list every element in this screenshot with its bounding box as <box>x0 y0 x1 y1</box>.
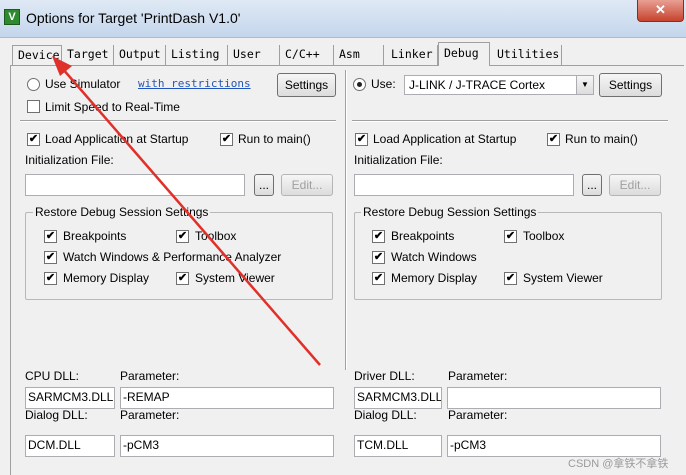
left-browse-button[interactable]: ... <box>254 174 274 196</box>
cpu-param-input[interactable]: -REMAP <box>120 387 334 409</box>
right-sysviewer-checkbox[interactable]: ✔ <box>504 272 517 285</box>
right-watch-checkbox[interactable]: ✔ <box>372 251 385 264</box>
use-driver-radio[interactable] <box>353 78 366 91</box>
right-sysviewer-label: System Viewer <box>523 271 603 285</box>
tab-listing[interactable]: Listing <box>166 45 228 65</box>
right-memory-label: Memory Display <box>391 271 478 285</box>
left-toolbox-checkbox[interactable]: ✔ <box>176 230 189 243</box>
left-memory-checkbox[interactable]: ✔ <box>44 272 57 285</box>
driver-param-input[interactable] <box>447 387 661 409</box>
tab-cc[interactable]: C/C++ <box>280 45 334 65</box>
driver-settings-button[interactable]: Settings <box>599 73 662 97</box>
close-button[interactable]: ✕ <box>637 0 684 22</box>
left-load-app-checkbox[interactable]: ✔ <box>27 133 40 146</box>
watermark: CSDN @拿铁不拿铁 <box>568 458 669 470</box>
tab-utilities[interactable]: Utilities <box>492 45 562 65</box>
tab-strip: Device Target Output Listing User C/C++ … <box>10 42 686 66</box>
left-init-file-label: Initialization File: <box>25 153 114 167</box>
tab-target[interactable]: Target <box>62 45 114 65</box>
app-icon: V <box>4 9 20 25</box>
left-sysviewer-label: System Viewer <box>195 271 275 285</box>
left-sysviewer-checkbox[interactable]: ✔ <box>176 272 189 285</box>
tab-device[interactable]: Device <box>12 45 62 65</box>
use-label: Use: <box>371 77 396 91</box>
left-run-to-main-label: Run to main() <box>238 132 311 146</box>
left-load-app-label: Load Application at Startup <box>45 132 189 146</box>
right-load-app-label: Load Application at Startup <box>373 132 517 146</box>
right-breakpoints-label: Breakpoints <box>391 229 455 243</box>
left-dialog-dll-input[interactable]: DCM.DLL <box>25 435 115 457</box>
left-run-to-main-checkbox[interactable]: ✔ <box>220 133 233 146</box>
close-icon: ✕ <box>655 2 666 17</box>
driver-param-label: Parameter: <box>448 369 508 383</box>
right-toolbox-label: Toolbox <box>523 229 565 243</box>
right-toolbox-checkbox[interactable]: ✔ <box>504 230 517 243</box>
cpu-param-label: Parameter: <box>120 369 180 383</box>
right-init-file-input[interactable] <box>354 174 574 196</box>
with-restrictions-link[interactable]: with restrictions <box>138 77 251 90</box>
right-dialog-param-label: Parameter: <box>448 408 508 422</box>
right-run-to-main-label: Run to main() <box>565 132 638 146</box>
right-dialog-dll-input[interactable]: TCM.DLL <box>354 435 442 457</box>
tab-debug[interactable]: Debug <box>438 42 490 66</box>
cpu-dll-input[interactable]: SARMCM3.DLL <box>25 387 115 409</box>
right-dialog-dll-label: Dialog DLL: <box>354 408 417 422</box>
left-edit-button[interactable]: Edit... <box>281 174 333 196</box>
left-watch-checkbox[interactable]: ✔ <box>44 251 57 264</box>
chevron-down-icon[interactable]: ▼ <box>576 76 593 94</box>
driver-select-value: J-LINK / J-TRACE Cortex <box>409 78 546 92</box>
left-dialog-param-input[interactable]: -pCM3 <box>120 435 334 457</box>
right-init-file-label: Initialization File: <box>354 153 443 167</box>
left-separator <box>20 120 336 121</box>
simulator-settings-button[interactable]: Settings <box>277 73 336 97</box>
right-restore-group-title: Restore Debug Session Settings <box>361 205 539 219</box>
left-breakpoints-checkbox[interactable]: ✔ <box>44 230 57 243</box>
right-load-app-checkbox[interactable]: ✔ <box>355 133 368 146</box>
column-divider <box>345 70 346 370</box>
limit-speed-label: Limit Speed to Real-Time <box>45 100 180 114</box>
left-breakpoints-label: Breakpoints <box>63 229 127 243</box>
right-memory-checkbox[interactable]: ✔ <box>372 272 385 285</box>
right-breakpoints-checkbox[interactable]: ✔ <box>372 230 385 243</box>
left-init-file-input[interactable] <box>25 174 245 196</box>
left-memory-label: Memory Display <box>63 271 150 285</box>
left-dialog-dll-label: Dialog DLL: <box>25 408 88 422</box>
driver-dll-input[interactable]: SARMCM3.DLL <box>354 387 442 409</box>
driver-dll-label: Driver DLL: <box>354 369 415 383</box>
right-separator <box>352 120 668 121</box>
left-dialog-param-label: Parameter: <box>120 408 180 422</box>
tab-asm[interactable]: Asm <box>334 45 384 65</box>
left-watch-label: Watch Windows & Performance Analyzer <box>63 250 282 264</box>
use-simulator-label: Use Simulator <box>45 77 121 91</box>
cpu-dll-label: CPU DLL: <box>25 369 80 383</box>
left-toolbox-label: Toolbox <box>195 229 237 243</box>
tab-output[interactable]: Output <box>114 45 166 65</box>
right-run-to-main-checkbox[interactable]: ✔ <box>547 133 560 146</box>
window-title: Options for Target 'PrintDash V1.0' <box>26 10 241 26</box>
tab-user[interactable]: User <box>228 45 280 65</box>
driver-select[interactable]: J-LINK / J-TRACE Cortex ▼ <box>404 75 594 95</box>
right-edit-button[interactable]: Edit... <box>609 174 661 196</box>
use-simulator-radio[interactable] <box>27 78 40 91</box>
left-restore-group-title: Restore Debug Session Settings <box>33 205 211 219</box>
right-dialog-param-input[interactable]: -pCM3 <box>447 435 661 457</box>
limit-speed-checkbox[interactable] <box>27 100 40 113</box>
title-bar: V Options for Target 'PrintDash V1.0' ✕ <box>0 0 686 38</box>
right-watch-label: Watch Windows <box>391 250 477 264</box>
tab-linker[interactable]: Linker <box>386 45 438 65</box>
right-browse-button[interactable]: ... <box>582 174 602 196</box>
